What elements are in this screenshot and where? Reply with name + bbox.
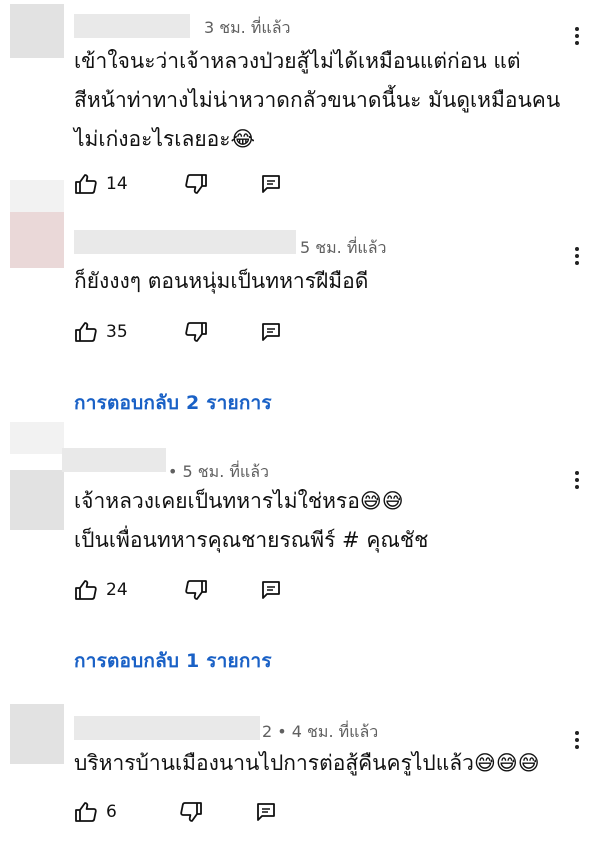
dislike-button[interactable]: [184, 321, 208, 343]
comment-timestamp: 5 ชม. ที่แล้ว: [300, 238, 387, 257]
reply-icon: [255, 801, 277, 823]
reply-button[interactable]: [260, 579, 282, 601]
author-name-redacted[interactable]: [62, 448, 166, 472]
reply-button[interactable]: [255, 801, 277, 823]
thumbs-down-icon: [184, 321, 208, 343]
comment-line: บริหารบ้านเมืองนานไปการต่อสู้คืนครูไปแล้…: [74, 751, 540, 775]
avatar[interactable]: [10, 4, 64, 58]
avatar-placeholder: [10, 422, 64, 454]
more-options-icon[interactable]: [574, 468, 580, 492]
comment-3: • 5 ชม. ที่แล้ว เจ้าหลวงเคยเป็นทหารไม่ใช…: [0, 418, 600, 672]
reply-icon: [260, 579, 282, 601]
reply-button[interactable]: [260, 321, 282, 343]
comment-timestamp: 2 • 4 ชม. ที่แล้ว: [262, 722, 379, 741]
comment-text: ก็ยังงงๆ ตอนหนุ่มเป็นทหารฝีมือดี: [74, 262, 560, 301]
comment-timestamp: 3 ชม. ที่แล้ว: [204, 18, 291, 37]
avatar[interactable]: [10, 704, 64, 764]
comment-4: 2 • 4 ชม. ที่แล้ว บริหารบ้านเมืองนานไปกา…: [0, 694, 600, 852]
comment-2: 5 ชม. ที่แล้ว ก็ยังงงๆ ตอนหนุ่มเป็นทหารฝ…: [0, 172, 600, 432]
author-name-redacted[interactable]: [74, 230, 296, 254]
author-name-redacted[interactable]: [74, 14, 190, 38]
comment-line: ก็ยังงงๆ ตอนหนุ่มเป็นทหารฝีมือดี: [74, 269, 369, 293]
dislike-button[interactable]: [184, 579, 208, 601]
like-count: 35: [106, 322, 128, 342]
dislike-button[interactable]: [179, 801, 203, 823]
view-replies-link[interactable]: การตอบกลับ 2 รายการ: [74, 388, 272, 418]
like-button[interactable]: 24: [74, 579, 128, 601]
author-name-redacted[interactable]: [74, 716, 260, 740]
comment-text: เข้าใจนะว่าเจ้าหลวงป่วยสู้ไม่ได้เหมือนแต…: [74, 42, 560, 159]
like-count: 6: [106, 802, 117, 822]
thumbs-down-icon: [184, 579, 208, 601]
avatar[interactable]: [10, 470, 64, 530]
thumbs-down-icon: [179, 801, 203, 823]
thumbs-up-icon: [74, 801, 98, 823]
comment-line: เป็นเพื่อนทหารคุณชายรณพีร์ # คุณชัช: [74, 528, 429, 552]
comment-actions: 24: [74, 576, 282, 604]
like-button[interactable]: 35: [74, 321, 128, 343]
more-options-icon[interactable]: [574, 728, 580, 752]
more-options-icon[interactable]: [574, 24, 580, 48]
comment-actions: 6: [74, 798, 277, 826]
avatar-placeholder: [10, 180, 64, 212]
comment-line: ไม่เก่งอะไรเลยอะ😂: [74, 127, 256, 151]
comment-actions: 35: [74, 318, 282, 346]
comment-line: เจ้าหลวงเคยเป็นทหารไม่ใช่หรอ😅😅: [74, 489, 404, 513]
avatar[interactable]: [10, 212, 64, 268]
thumbs-up-icon: [74, 579, 98, 601]
more-options-icon[interactable]: [574, 244, 580, 268]
view-replies-link[interactable]: การตอบกลับ 1 รายการ: [74, 646, 272, 676]
comment-text: บริหารบ้านเมืองนานไปการต่อสู้คืนครูไปแล้…: [74, 744, 560, 783]
thumbs-up-icon: [74, 321, 98, 343]
comment-line: เข้าใจนะว่าเจ้าหลวงป่วยสู้ไม่ได้เหมือนแต…: [74, 49, 521, 73]
like-count: 24: [106, 580, 128, 600]
reply-icon: [260, 321, 282, 343]
comment-line: สีหน้าท่าทางไม่น่าหวาดกลัวขนาดนี้นะ มันด…: [74, 88, 561, 112]
comment-text: เจ้าหลวงเคยเป็นทหารไม่ใช่หรอ😅😅 เป็นเพื่อ…: [74, 482, 560, 560]
like-button[interactable]: 6: [74, 801, 117, 823]
